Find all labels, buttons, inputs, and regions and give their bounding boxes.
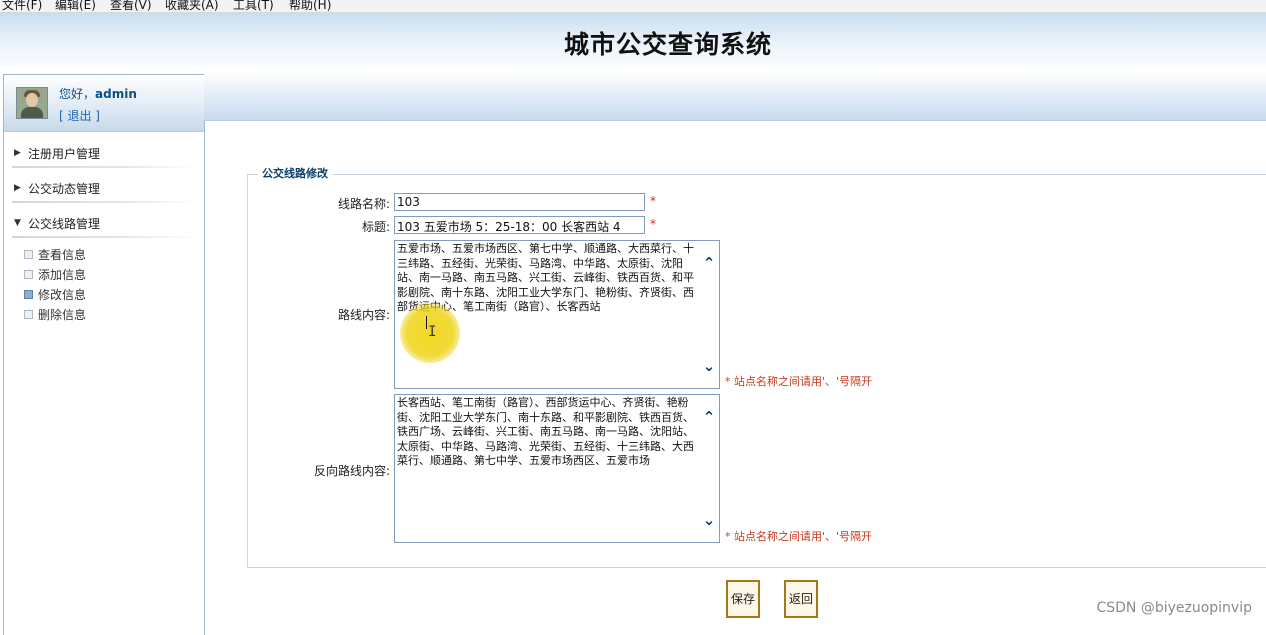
bullet-square-icon <box>24 250 33 259</box>
sidebar-item-edit[interactable]: 修改信息 <box>24 286 164 304</box>
route-content-text: 五爱市场、五爱市场西区、第七中学、顺通路、大西菜行、十三纬路、五经街、光荣街、马… <box>397 242 694 313</box>
chevron-down-icon[interactable]: ⌄ <box>701 512 717 528</box>
sidebar: 您好，admin [ 退出 ] ▶ 注册用户管理 ▶ 公交动态管理 ▼ 公交线路… <box>3 74 205 635</box>
menu-bar: 文件(F) 编辑(E) 查看(V) 收藏夹(A) 工具(T) 帮助(H) <box>0 0 1266 13</box>
nav-group-label: 公交动态管理 <box>28 182 101 196</box>
route-content-label: 路线内容: <box>337 308 390 322</box>
sidebar-item-delete[interactable]: 删除信息 <box>24 306 164 324</box>
nav-group-bus-routes[interactable]: ▼ 公交线路管理 <box>12 211 198 238</box>
greeting: 您好，admin <box>59 85 137 102</box>
menu-view[interactable]: 查看(V) <box>110 0 152 12</box>
user-panel: 您好，admin [ 退出 ] <box>4 75 204 132</box>
chevron-up-icon[interactable]: ⌃ <box>701 255 717 271</box>
user-name: admin <box>95 87 137 101</box>
nav-group-bus-news[interactable]: ▶ 公交动态管理 <box>12 176 198 203</box>
divider <box>12 236 198 238</box>
menu-file[interactable]: 文件(F) <box>2 0 42 12</box>
sidebar-item-label: 删除信息 <box>38 308 87 322</box>
bullet-square-icon <box>24 290 33 299</box>
reverse-route-textarea[interactable]: 长客西站、笔工南街（路官）、西部货运中心、齐贤街、艳粉街、沈阳工业大学东门、南十… <box>394 394 720 543</box>
caret-right-icon: ▶ <box>14 148 21 158</box>
avatar <box>16 87 48 119</box>
title-input[interactable]: 103 五爱市场 5：25-18：00 长客西站 4 <box>394 216 645 234</box>
fieldset-legend: 公交线路修改 <box>258 165 332 181</box>
reverse-route-label: 反向路线内容: <box>313 464 390 478</box>
title-label: 标题: <box>361 220 390 234</box>
sidebar-item-label: 修改信息 <box>38 288 87 302</box>
avatar-body-shape <box>21 107 43 118</box>
chevron-up-icon[interactable]: ⌃ <box>701 409 717 425</box>
text-caret <box>426 316 427 329</box>
chevron-down-icon[interactable]: ⌄ <box>701 358 717 374</box>
sidebar-item-label: 添加信息 <box>38 268 87 282</box>
bullet-square-icon <box>24 270 33 279</box>
divider <box>12 201 198 203</box>
caret-down-icon: ▼ <box>14 218 21 228</box>
menu-help[interactable]: 帮助(H) <box>289 0 331 12</box>
menu-tools[interactable]: 工具(T) <box>233 0 274 12</box>
reverse-route-text: 长客西站、笔工南街（路官）、西部货运中心、齐贤街、艳粉街、沈阳工业大学东门、南十… <box>397 396 694 467</box>
avatar-face-shape <box>26 93 38 107</box>
caret-right-icon: ▶ <box>14 183 21 193</box>
route-name-input[interactable]: 103 <box>394 193 645 211</box>
required-mark: * <box>650 217 656 231</box>
nav-group-registered-users[interactable]: ▶ 注册用户管理 <box>12 141 198 168</box>
sidebar-item-add[interactable]: 添加信息 <box>24 266 164 284</box>
menu-favorites[interactable]: 收藏夹(A) <box>165 0 219 12</box>
sidebar-item-label: 查看信息 <box>38 248 87 262</box>
nav-group-label: 公交线路管理 <box>28 217 101 231</box>
required-mark: * <box>650 194 656 208</box>
logout-link[interactable]: [ 退出 ] <box>59 107 100 124</box>
route-content-hint: * 站点名称之间请用'、'号隔开 <box>725 375 873 388</box>
sidebar-item-view[interactable]: 查看信息 <box>24 246 164 264</box>
main-header-band <box>204 74 1266 121</box>
greeting-text: 您好， <box>59 87 96 101</box>
menu-edit[interactable]: 编辑(E) <box>55 0 96 12</box>
ibeam-cursor-icon: I <box>428 324 437 340</box>
nav-group-label: 注册用户管理 <box>28 147 101 161</box>
back-button[interactable]: 返回 <box>784 580 818 618</box>
watermark: CSDN @biyezuopinvip <box>1096 600 1252 616</box>
page-title: 城市公交查询系统 <box>563 30 772 59</box>
reverse-route-hint: * 站点名称之间请用'、'号隔开 <box>725 530 873 543</box>
bullet-square-icon <box>24 310 33 319</box>
route-name-label: 线路名称: <box>337 197 390 211</box>
page-header: 城市公交查询系统 <box>0 13 1266 73</box>
divider <box>12 166 198 168</box>
save-button[interactable]: 保存 <box>726 580 760 618</box>
